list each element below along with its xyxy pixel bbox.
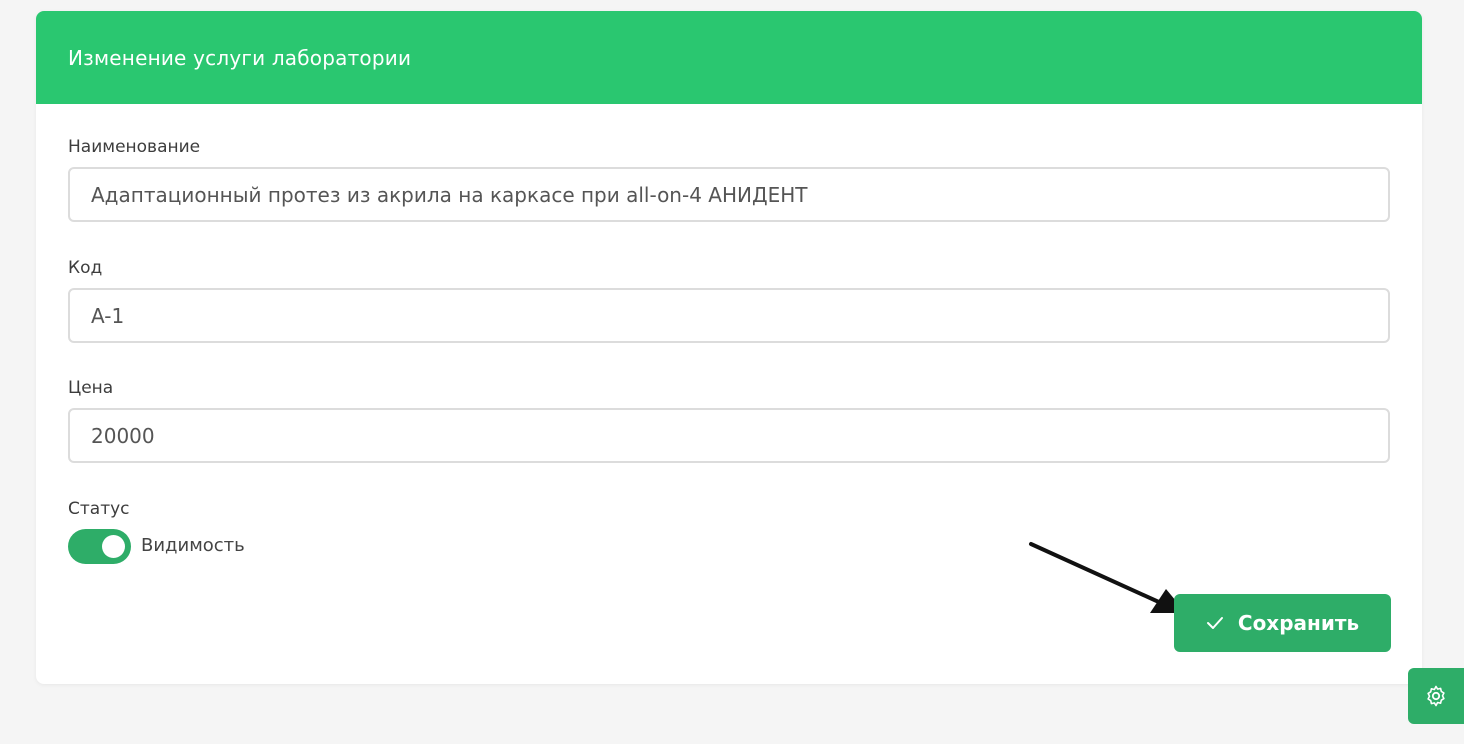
page-title: Изменение услуги лаборатории <box>68 45 412 70</box>
name-label: Наименование <box>68 137 201 157</box>
price-field[interactable] <box>68 408 1390 463</box>
code-label: Код <box>68 258 103 278</box>
settings-button[interactable] <box>1408 668 1464 724</box>
arrow-annotation <box>1029 542 1186 613</box>
edit-service-card: Изменение услуги лаборатории Наименовани… <box>36 11 1422 684</box>
visibility-toggle[interactable] <box>68 529 131 564</box>
price-label: Цена <box>68 378 114 398</box>
gear-icon <box>1427 685 1445 707</box>
toggle-knob <box>102 535 125 558</box>
save-button-label: Сохранить <box>1237 611 1360 635</box>
card-header: Изменение услуги лаборатории <box>36 11 1422 104</box>
save-button[interactable]: Сохранить <box>1174 594 1391 652</box>
check-icon <box>1206 617 1223 629</box>
code-field[interactable] <box>68 288 1390 343</box>
status-label: Статус <box>68 499 130 519</box>
visibility-label: Видимость <box>141 535 245 556</box>
name-field[interactable] <box>68 167 1390 222</box>
